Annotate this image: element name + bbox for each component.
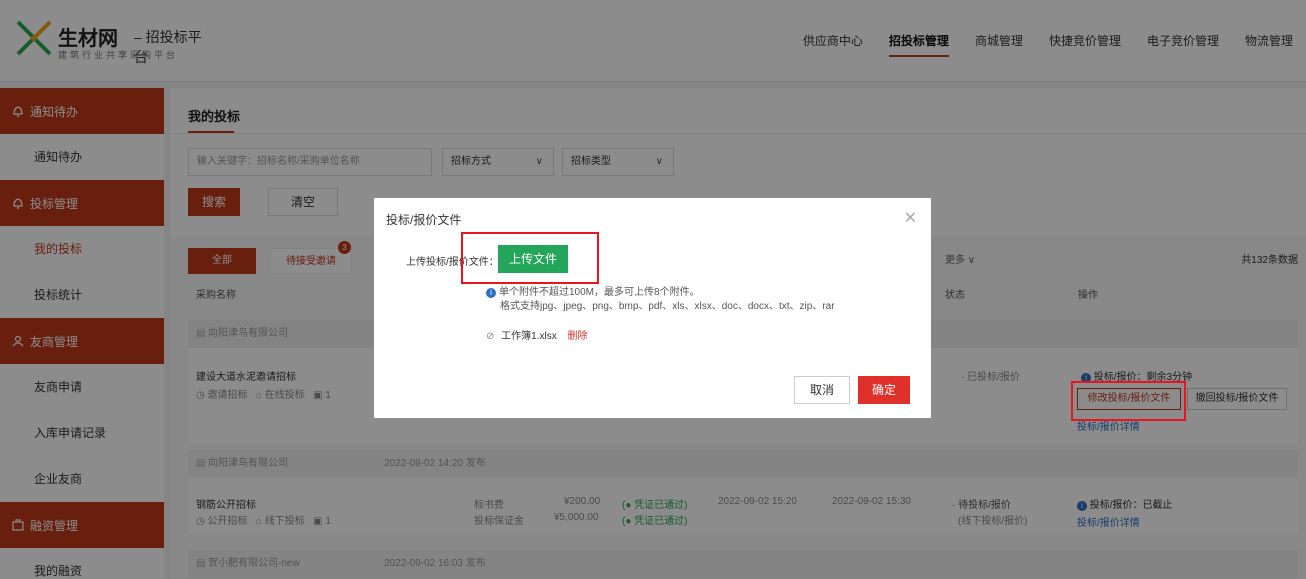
delete-file-link[interactable]: 删除 bbox=[568, 331, 588, 342]
highlight-box-edit-button bbox=[1071, 381, 1186, 421]
bid-file-dialog: 投标/报价文件 ✕ 上传投标/报价文件： 上传文件 i 单个附件不超过100M，最… bbox=[374, 198, 931, 418]
upload-hint: i 单个附件不超过100M，最多可上传8个附件。 bbox=[486, 283, 700, 298]
cancel-button[interactable]: 取消 bbox=[794, 376, 850, 404]
paperclip-icon: ⊘ bbox=[486, 331, 495, 342]
confirm-button[interactable]: 确定 bbox=[858, 376, 910, 404]
format-hint: 格式支持jpg、jpeg、png、bmp、pdf、xls、xlsx、doc、do… bbox=[500, 301, 835, 312]
highlight-box-upload bbox=[461, 232, 599, 284]
close-icon[interactable]: ✕ bbox=[904, 208, 917, 228]
info-icon: i bbox=[486, 288, 496, 298]
dialog-title: 投标/报价文件 bbox=[386, 213, 462, 227]
file-name: 工作簿1.xlsx bbox=[501, 331, 557, 342]
attached-file: ⊘ 工作簿1.xlsx 删除 bbox=[486, 327, 588, 342]
